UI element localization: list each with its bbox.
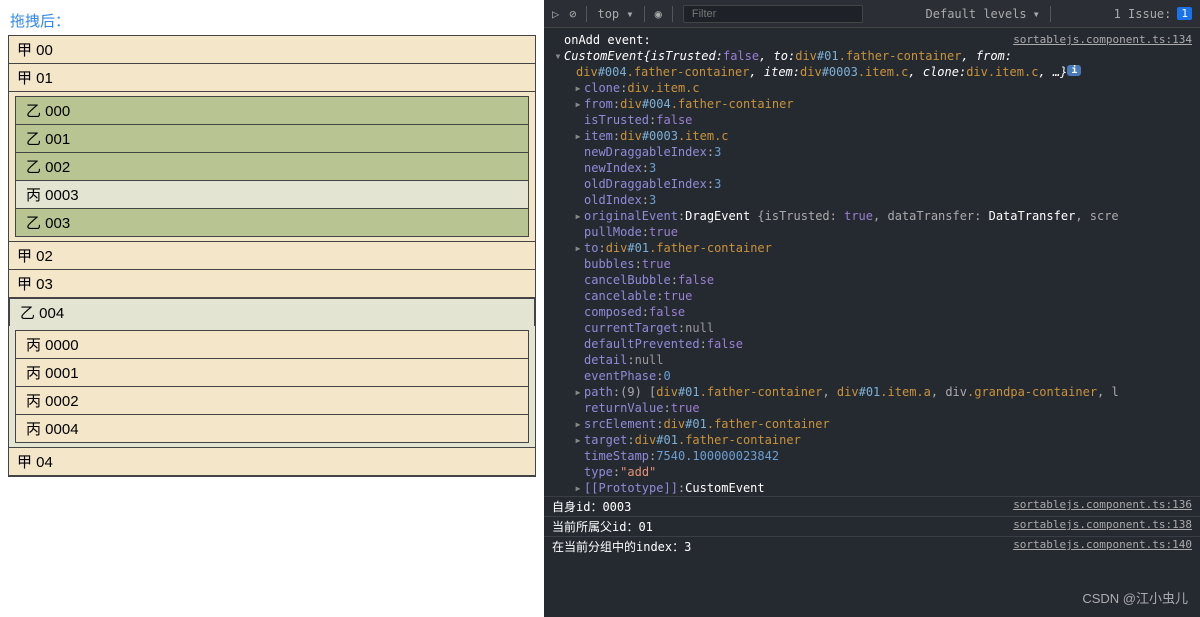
list-item-a[interactable]: 甲 03 [8,269,536,298]
nested-group-2[interactable]: 丙 0000丙 0001丙 0002丙 0004 [9,326,535,448]
divider [586,6,587,22]
expand-icon[interactable]: ▾ [552,49,564,63]
list-item-d[interactable]: 丙 0004 [15,414,529,443]
list-item-b[interactable]: 乙 003 [15,208,529,237]
list-item-d[interactable]: 丙 0000 [15,330,529,359]
source-link[interactable]: sortablejs.component.ts:138 [1013,518,1192,531]
source-link[interactable]: sortablejs.component.ts:140 [1013,538,1192,551]
list-item-b[interactable]: 乙 001 [15,124,529,153]
source-link[interactable]: sortablejs.component.ts:136 [1013,498,1192,511]
filter-input[interactable] [683,5,863,23]
list-item-a[interactable]: 甲 01 [8,63,536,92]
console-output[interactable]: onAdd event:sortablejs.component.ts:134▾… [544,28,1200,617]
context-dropdown[interactable]: top ▾ [597,7,633,21]
title-label: 拖拽后： [8,8,536,35]
list-item-a[interactable]: 甲 00 [8,35,536,64]
eye-icon[interactable]: ◉ [655,7,662,21]
clear-icon[interactable]: ⊘ [569,7,576,21]
source-link[interactable]: sortablejs.component.ts:134 [1013,33,1192,46]
expand-icon[interactable]: ▸ [572,417,584,431]
expand-icon[interactable]: ▸ [572,129,584,143]
list-item-b[interactable]: 乙 002 [15,152,529,181]
play-icon[interactable]: ▷ [552,7,559,21]
divider [672,6,673,22]
father-container[interactable]: 甲 00甲 01 乙 000乙 001乙 002丙 0003乙 003 甲 02… [8,35,536,477]
expand-icon[interactable]: ▸ [572,81,584,95]
console-toolbar: ▷ ⊘ top ▾ ◉ Default levels ▾ 1 Issue: 1 [544,0,1200,28]
expand-icon[interactable]: ▸ [572,209,584,223]
nested-group-1[interactable]: 乙 000乙 001乙 002丙 0003乙 003 [9,92,535,242]
devtools-console: ▷ ⊘ top ▾ ◉ Default levels ▾ 1 Issue: 1 … [544,0,1200,617]
list-item-d[interactable]: 丙 0001 [15,358,529,387]
expand-icon[interactable]: ▸ [572,385,584,399]
info-icon[interactable]: i [1067,65,1081,76]
demo-page: 拖拽后： 甲 00甲 01 乙 000乙 001乙 002丙 0003乙 003… [0,0,544,617]
expand-icon[interactable]: ▸ [572,241,584,255]
expand-icon[interactable]: ▸ [572,433,584,447]
divider [1050,6,1051,22]
list-item-a[interactable]: 甲 02 [8,241,536,270]
list-item-b[interactable]: 乙 000 [15,96,529,125]
issue-count-badge: 1 [1177,7,1192,20]
levels-dropdown[interactable]: Default levels ▾ [926,7,1040,21]
list-item-b[interactable]: 丙 0003 [15,180,529,209]
watermark: CSDN @江小虫儿 [1082,588,1188,607]
expand-icon[interactable]: ▸ [572,481,584,495]
list-item-d[interactable]: 丙 0002 [15,386,529,415]
list-item-a[interactable]: 甲 04 [8,447,536,476]
issues-button[interactable]: 1 Issue: 1 [1114,7,1192,21]
divider [644,6,645,22]
list-item-b[interactable]: 乙 004 [9,298,535,327]
expand-icon[interactable]: ▸ [572,97,584,111]
